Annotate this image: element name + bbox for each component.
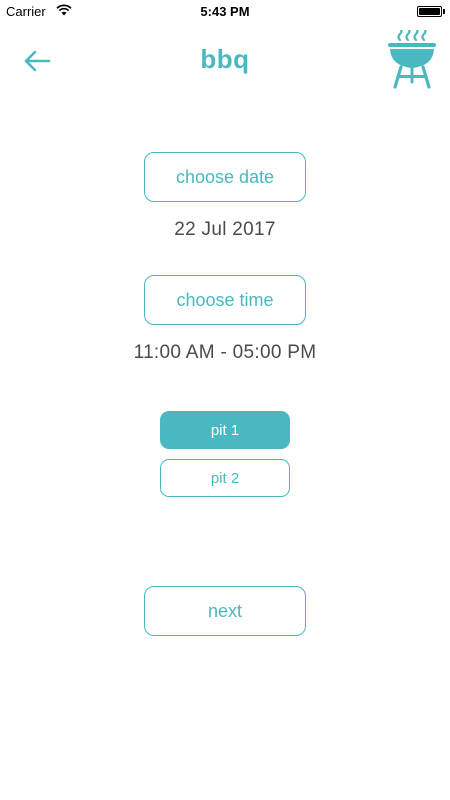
selected-date: 22 Jul 2017 [174,219,276,240]
page-title: bbq [200,44,250,74]
selected-time: 11:00 AM - 05:00 PM [133,342,317,363]
bbq-grill-icon [388,30,436,89]
choose-date-button[interactable]: choose date [144,152,306,202]
nav-bar: bbq [0,22,450,100]
next-button[interactable]: next [144,586,306,636]
battery-icon [417,6,442,17]
status-bar: Carrier 5:43 PM [0,0,450,22]
choose-time-button[interactable]: choose time [144,275,306,325]
status-time: 5:43 PM [200,4,250,19]
battery-level [419,8,440,15]
battery-tip [443,9,445,14]
pit-2-button[interactable]: pit 2 [160,459,290,497]
pit-1-button[interactable]: pit 1 [160,411,290,449]
